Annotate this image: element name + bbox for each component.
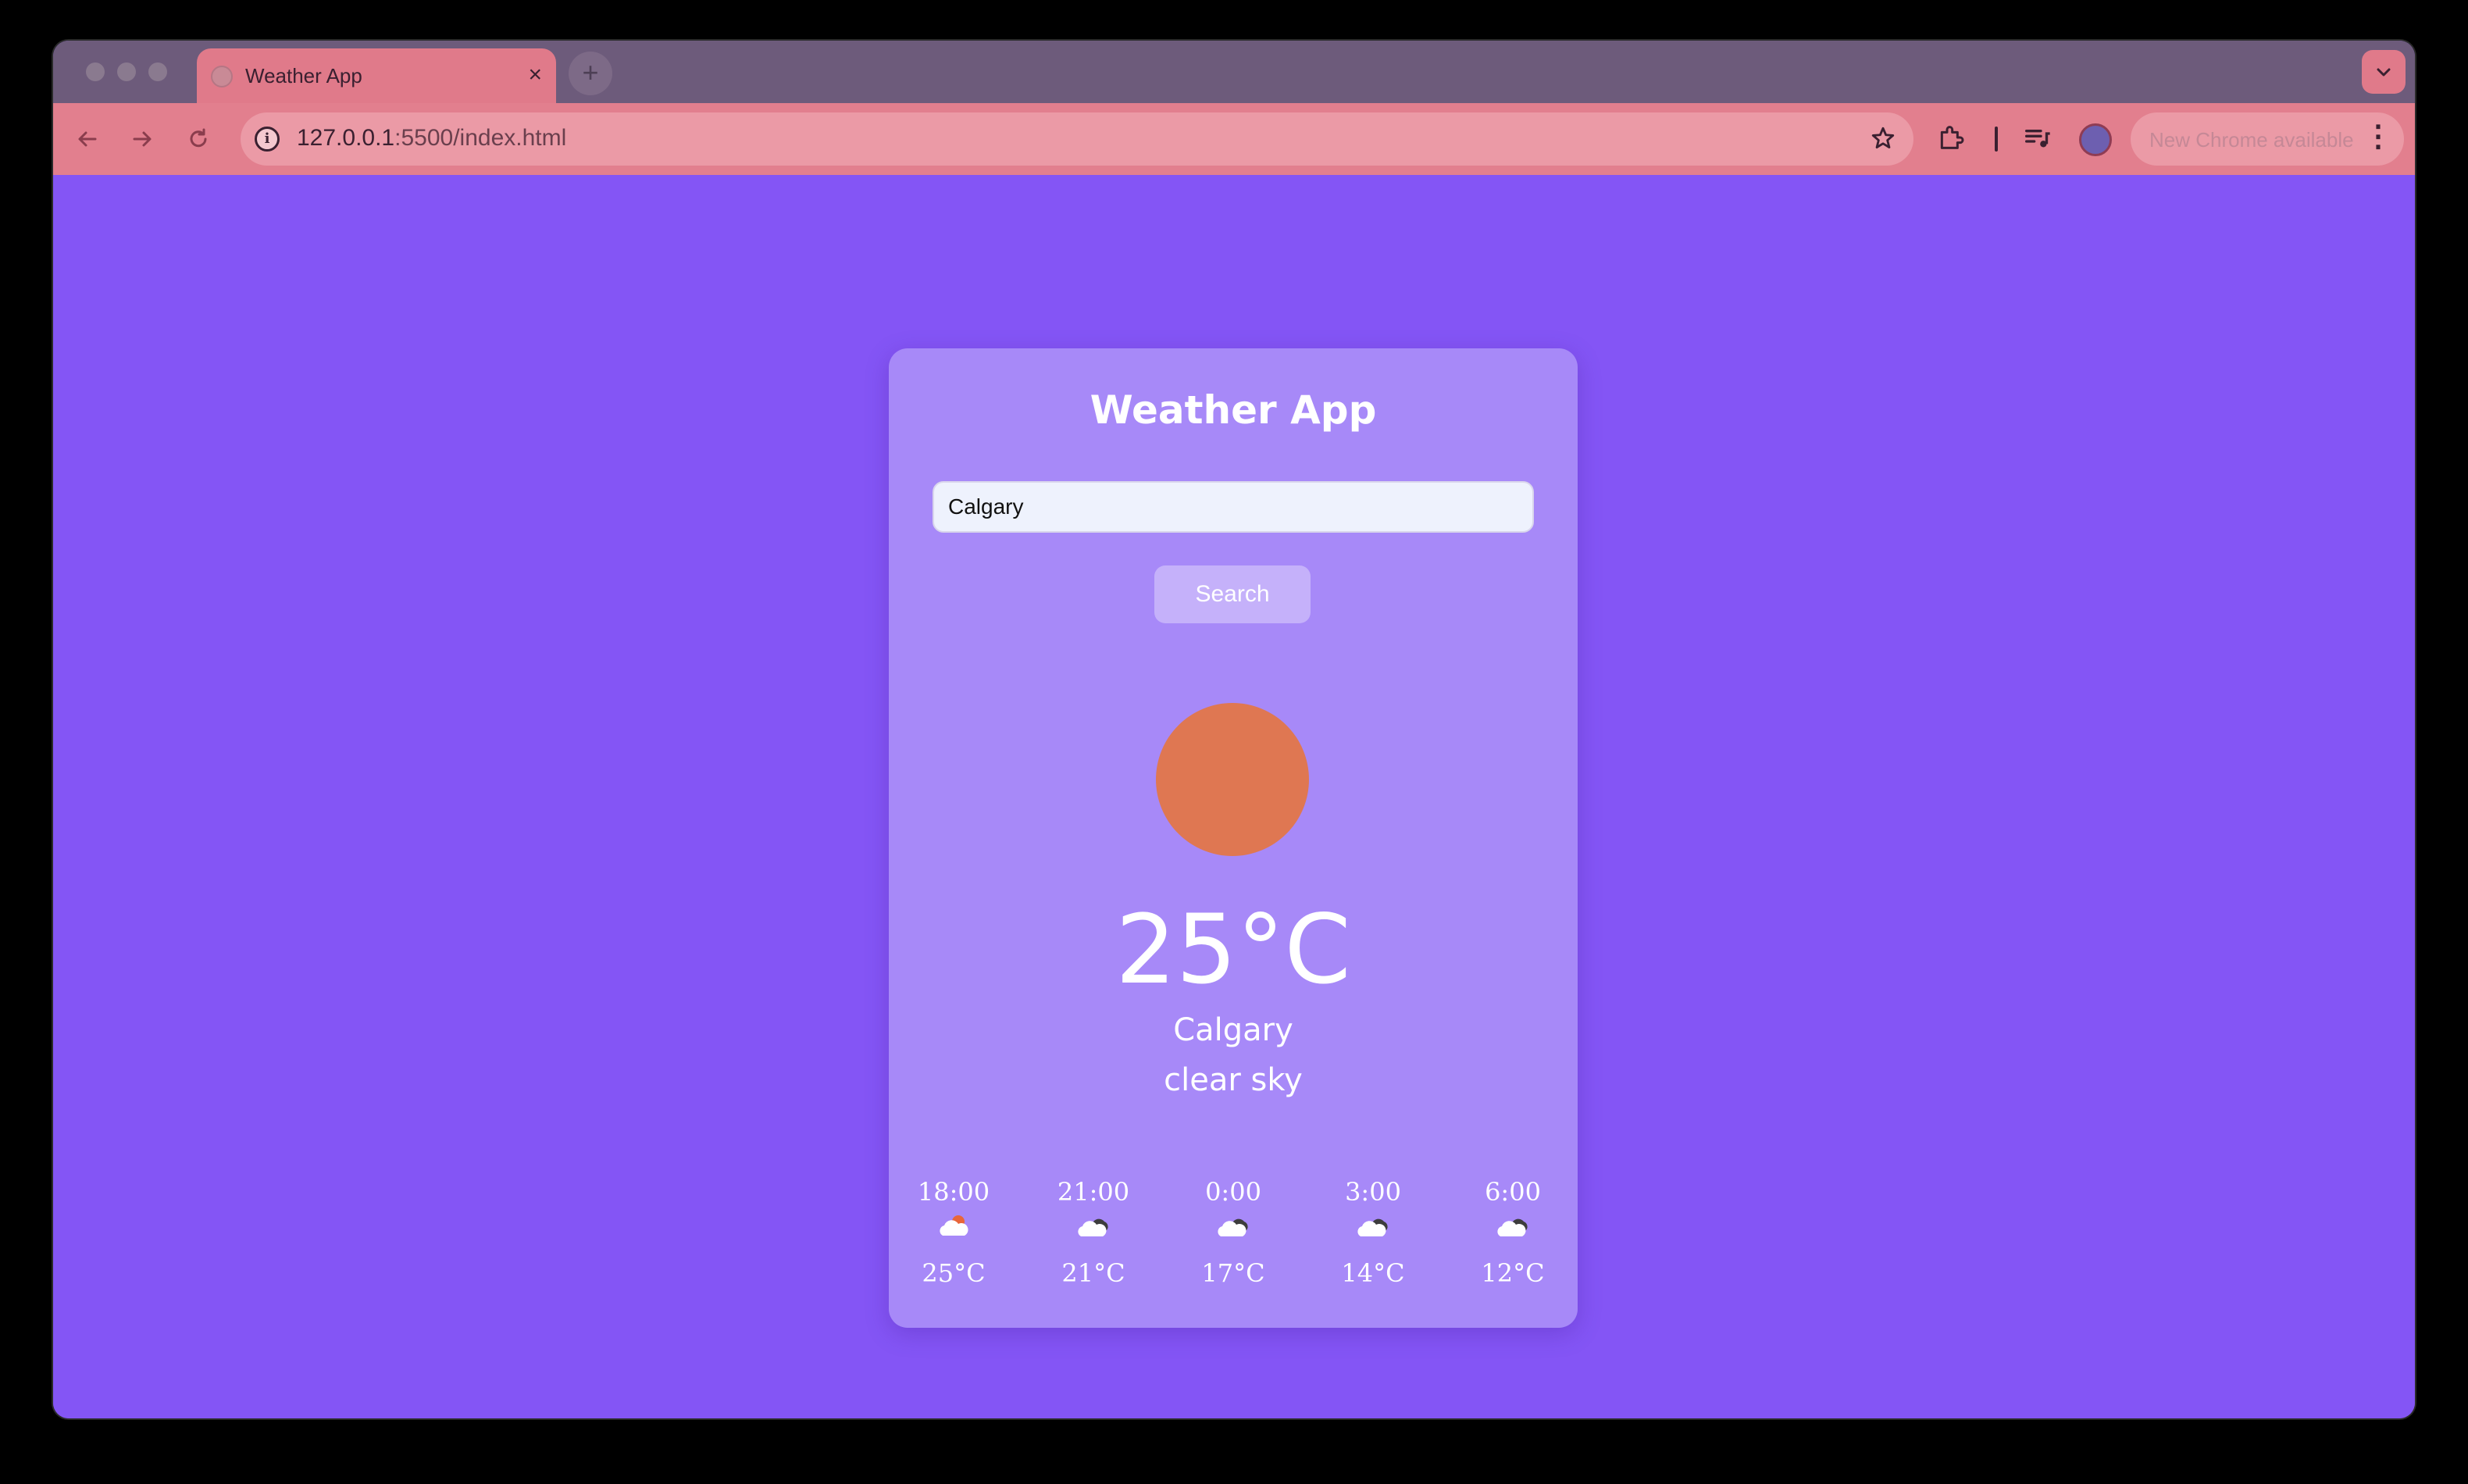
bookmark-star-button[interactable] — [1870, 122, 1896, 159]
forecast-time: 21:00 — [1057, 1177, 1130, 1207]
forecast-temp: 17°C — [1201, 1258, 1265, 1288]
url-host: 127.0.0.1 — [297, 125, 395, 151]
back-button[interactable] — [70, 122, 105, 156]
search-button[interactable]: Search — [1154, 565, 1311, 623]
reload-icon — [190, 128, 207, 148]
update-chrome-button[interactable]: New Chrome available ⋮ — [2131, 112, 2404, 166]
forecast-temp: 14°C — [1341, 1258, 1405, 1288]
city-search-input[interactable] — [933, 481, 1534, 533]
tab-weather-app[interactable]: Weather App × — [197, 48, 556, 103]
address-bar[interactable]: i 127.0.0.1:5500/index.html — [241, 112, 1913, 166]
forecast-item: 18:00 25°C — [899, 1176, 1008, 1289]
reading-list-button[interactable] — [2021, 122, 2053, 162]
sun-icon — [1156, 703, 1309, 856]
city-name: Calgary — [1173, 1012, 1293, 1048]
forecast-item: 6:00 12°C — [1458, 1176, 1567, 1289]
forecast-temp: 12°C — [1481, 1258, 1545, 1288]
tab-title: Weather App — [245, 64, 362, 87]
new-tab-button[interactable]: + — [569, 52, 612, 95]
toolbar-divider — [1995, 127, 1998, 152]
chevron-down-icon — [2377, 68, 2391, 77]
extensions-button[interactable] — [1935, 122, 1967, 162]
arrow-right-icon — [133, 131, 152, 147]
profile-avatar[interactable] — [2079, 123, 2112, 156]
tab-search-button[interactable] — [2362, 50, 2406, 94]
reload-button[interactable] — [181, 122, 216, 156]
page-content: Weather App Search 25°C Calgary clear sk… — [53, 175, 2415, 1418]
browser-window: Weather App × + i 127.0.0.1:5500/index.h… — [53, 41, 2415, 1418]
forecast-time: 0:00 — [1205, 1177, 1261, 1207]
forecast-time: 6:00 — [1485, 1177, 1541, 1207]
hourly-forecast: 18:00 25°C 21:00 21°C 0:00 17°C 3:00 14°… — [889, 1176, 1578, 1301]
forecast-temp: 25°C — [922, 1258, 986, 1288]
forecast-item: 0:00 17°C — [1179, 1176, 1288, 1289]
globe-icon — [211, 66, 233, 87]
more-menu-icon[interactable]: ⋮ — [2363, 119, 2393, 154]
info-icon[interactable]: i — [255, 127, 280, 152]
forecast-time: 3:00 — [1345, 1177, 1401, 1207]
forecast-item: 3:00 14°C — [1318, 1176, 1428, 1289]
maximize-window-button[interactable] — [148, 62, 167, 81]
media-queue-icon — [2025, 130, 2050, 148]
close-window-button[interactable] — [86, 62, 105, 81]
browser-toolbar: i 127.0.0.1:5500/index.html New Chrome a — [53, 103, 2415, 175]
forecast-temp: 21°C — [1061, 1258, 1125, 1288]
app-title: Weather App — [1090, 387, 1377, 433]
cloudy-night-icon — [1179, 1212, 1288, 1251]
puzzle-icon — [1940, 126, 1964, 149]
forward-button[interactable] — [125, 122, 159, 156]
minimize-window-button[interactable] — [117, 62, 136, 81]
close-icon[interactable]: × — [528, 59, 542, 91]
current-temperature: 25°C — [1115, 894, 1351, 1005]
cloudy-night-icon — [1458, 1212, 1567, 1251]
arrow-left-icon — [78, 131, 97, 147]
forecast-item: 21:00 21°C — [1039, 1176, 1148, 1289]
weather-description: clear sky — [1164, 1062, 1303, 1098]
partly-cloudy-day-icon — [899, 1212, 1008, 1251]
update-text: New Chrome available — [2149, 128, 2354, 152]
cloudy-night-icon — [1318, 1212, 1428, 1251]
url-text[interactable]: 127.0.0.1:5500/index.html — [297, 125, 566, 152]
weather-card: Weather App Search 25°C Calgary clear sk… — [889, 348, 1578, 1328]
cloudy-night-icon — [1039, 1212, 1148, 1251]
forecast-time: 18:00 — [917, 1177, 990, 1207]
url-path: :5500/index.html — [394, 125, 567, 151]
star-icon — [1871, 127, 1895, 149]
tab-bar: Weather App × + — [53, 41, 2415, 103]
